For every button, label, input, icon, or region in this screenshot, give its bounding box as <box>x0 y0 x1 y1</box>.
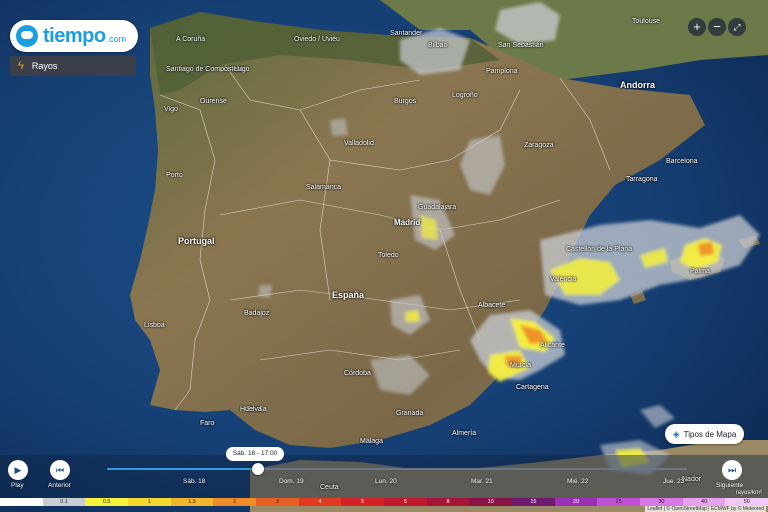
timeline-day[interactable]: Dom. 19 <box>279 478 304 485</box>
city-label: Málaga <box>360 438 383 445</box>
city-label: Tarragona <box>626 176 658 183</box>
legend-swatch: 25 <box>597 498 641 506</box>
city-label: Santiago de Compostela <box>166 66 243 73</box>
legend-swatch: 50 <box>725 498 768 506</box>
legend-swatch: 1 <box>128 498 171 506</box>
timeline-day[interactable]: Mié. 22 <box>567 478 588 485</box>
city-label: Santander <box>390 30 423 37</box>
city-label: Almería <box>452 430 477 437</box>
city-label: Murcia <box>510 362 532 369</box>
play-label: Play <box>11 482 24 489</box>
previous-button[interactable]: ⏮ <box>50 460 70 480</box>
cloud-chat-icon <box>16 25 38 47</box>
country-label: Portugal <box>178 236 215 246</box>
city-label: Badajoz <box>244 310 270 317</box>
legend-swatch: 30 <box>640 498 683 506</box>
legend-swatch: 20 <box>554 498 598 506</box>
city-label: Zaragoza <box>524 142 554 149</box>
legend-swatch: 1.5 <box>170 498 214 506</box>
city-label: Lugo <box>234 66 250 73</box>
next-button[interactable]: ⏭ <box>722 460 742 480</box>
city-label: Palma <box>690 268 710 275</box>
legend-swatch: 4 <box>298 498 342 506</box>
zoom-out-button[interactable]: − <box>708 18 726 36</box>
play-button[interactable]: ▶ <box>8 460 28 480</box>
legend-swatch: 0.5 <box>85 498 129 506</box>
layer-label: Rayos <box>31 61 58 71</box>
city-label: Guadalajara <box>418 204 457 211</box>
city-label: Logroño <box>452 92 478 99</box>
timeline-day[interactable]: Lun. 20 <box>375 478 397 485</box>
legend-swatch: 15 <box>512 498 555 506</box>
legend-swatch <box>0 498 43 506</box>
city-label: San Sebastián <box>498 42 544 49</box>
brand-name: tiempo <box>43 24 106 47</box>
city-label: Ceuta <box>320 484 339 491</box>
city-label: Salamanca <box>306 184 342 191</box>
country-label: Andorra <box>620 80 656 90</box>
color-legend: 0.1 0.5 1 1.5 2 3 4 5 6 8 10 15 20 25 30 40 50 <box>0 498 768 506</box>
city-label: Córdoba <box>344 370 371 377</box>
city-label: Cartagena <box>516 384 549 391</box>
city-label: Bilbao <box>428 42 448 49</box>
skip-forward-icon: ⏭ <box>727 465 737 475</box>
map-attribution[interactable]: Leaflet | © OpenStreetMap | ECMWF by © M… <box>645 506 766 512</box>
timeline-handle[interactable] <box>251 463 264 475</box>
city-label: Ourense <box>200 98 227 105</box>
city-label: Pamplona <box>486 68 518 75</box>
timeline-track[interactable] <box>107 468 687 470</box>
city-label: Granada <box>396 410 424 417</box>
layers-icon: ◈ <box>672 428 680 439</box>
timeline-day[interactable]: Jue. 23 <box>663 478 684 485</box>
legend-swatch: 40 <box>682 498 726 506</box>
country-label: España <box>332 290 365 300</box>
layer-selector[interactable]: ϟ Rayos <box>10 56 136 76</box>
next-label: Siguiente <box>716 482 744 489</box>
timeline-band <box>0 455 768 498</box>
city-label: Madrid <box>394 218 421 227</box>
city-label: Valencia <box>550 276 577 283</box>
city-label: Faro <box>200 420 215 427</box>
legend-swatch: 6 <box>384 498 427 506</box>
city-label: Valladolid <box>344 140 374 147</box>
brand-domain: .com <box>106 34 127 44</box>
legend-swatch: 5 <box>341 498 385 506</box>
legend-swatch: 8 <box>426 498 470 506</box>
legend-swatch: 3 <box>256 498 299 506</box>
timeline-day[interactable]: Sáb. 18 <box>183 478 205 485</box>
city-label: Castellón de la Plana <box>566 246 633 253</box>
city-label: Porto <box>166 172 183 179</box>
city-label: Toulouse <box>632 18 661 25</box>
lightning-icon: ϟ <box>18 60 24 72</box>
city-label: Lisboa <box>144 322 165 329</box>
city-label: Vigo <box>164 106 178 113</box>
legend-unit: rayos/km² <box>735 490 762 496</box>
legend-swatch: 2 <box>213 498 257 506</box>
city-label: Burgos <box>394 98 417 105</box>
map-types-button[interactable]: ◈ Tipos de Mapa <box>665 424 744 444</box>
skip-back-icon: ⏮ <box>55 465 65 475</box>
city-label: Huelva <box>240 406 262 413</box>
previous-label: Anterior <box>48 482 71 489</box>
expand-icon[interactable]: ⤢ <box>728 18 746 36</box>
city-label: Albacete <box>478 302 506 309</box>
city-label: Oviedo / Uviéu <box>294 36 340 43</box>
city-label: Barcelona <box>666 158 698 165</box>
zoom-in-button[interactable]: + <box>688 18 706 36</box>
tiempo-logo[interactable]: tiempo .com <box>10 20 138 52</box>
city-label: Alicante <box>540 342 565 349</box>
legend-swatch: 0.1 <box>42 498 86 506</box>
play-icon: ▶ <box>14 465 22 475</box>
current-time-bubble: Sáb. 18 - 17:00 <box>226 447 284 461</box>
map-types-label: Tipos de Mapa <box>683 429 737 439</box>
city-label: Nador <box>682 476 702 483</box>
legend-swatch: 10 <box>469 498 513 506</box>
timeline-day[interactable]: Mar. 21 <box>471 478 493 485</box>
timeline-progress <box>107 468 258 470</box>
city-label: Toledo <box>378 252 399 259</box>
city-label: A Coruña <box>176 36 206 43</box>
